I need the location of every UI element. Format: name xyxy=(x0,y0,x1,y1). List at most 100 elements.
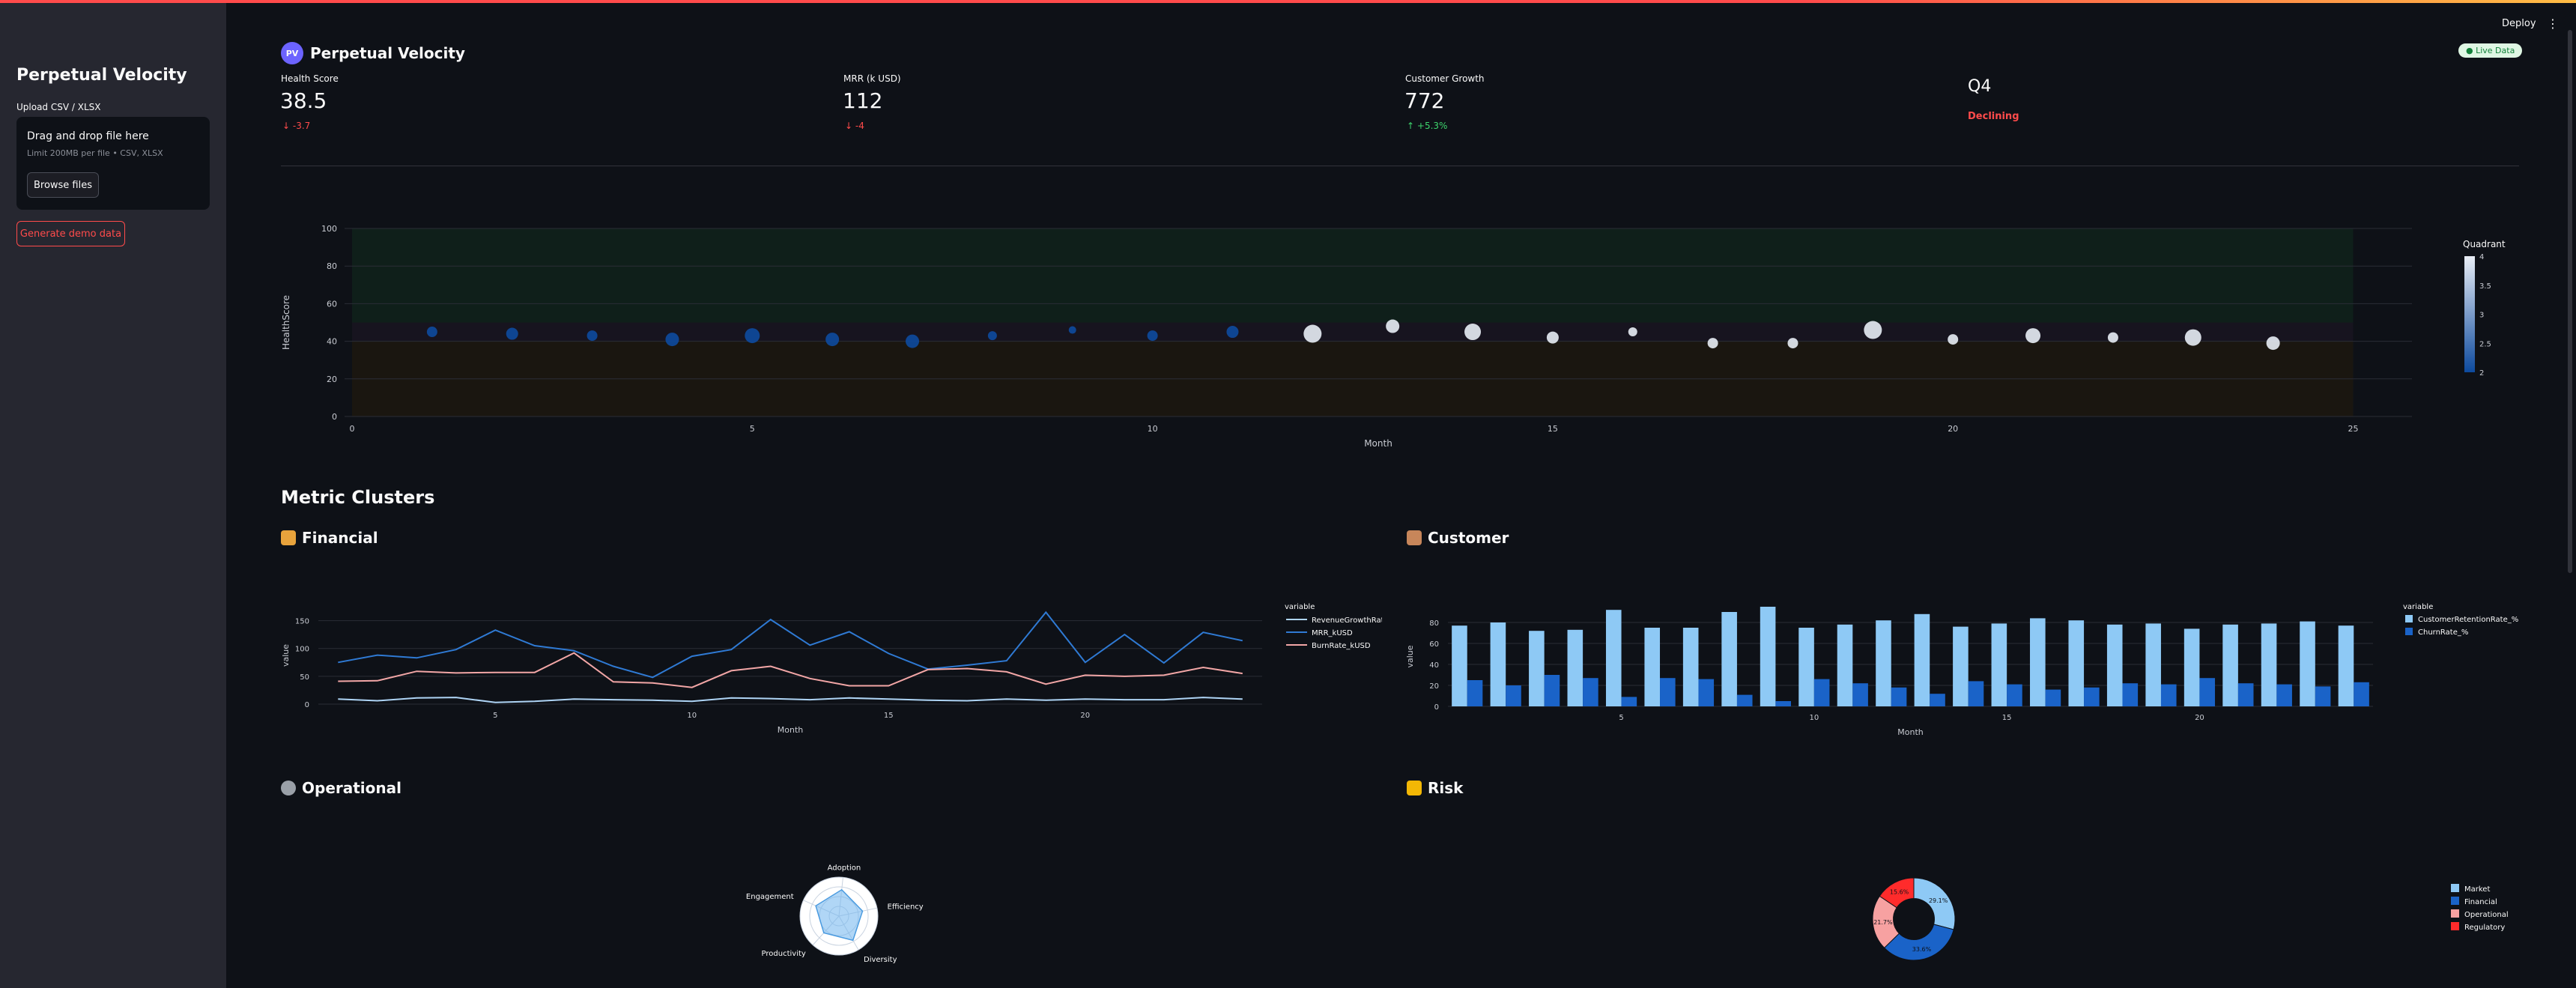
customer-bar-chart[interactable]: 0 20 40 60 80 5 10 15 20 Month value CustomerRetent… xyxy=(1399,595,2530,745)
legend-label: MRR_kUSD xyxy=(1312,629,1353,637)
scatter-point xyxy=(1707,338,1718,349)
people-icon xyxy=(1407,530,1422,545)
bar xyxy=(1605,610,1622,706)
scatter-point xyxy=(1068,326,1076,334)
page-title: Perpetual Velocity xyxy=(310,44,465,62)
x-tick-label: 10 xyxy=(1809,714,1819,722)
colorbar-tick: 3.5 xyxy=(2479,282,2491,291)
bar xyxy=(2084,687,2100,706)
quadrant-value: Q4 xyxy=(1968,77,1992,96)
x-tick-label: 20 xyxy=(1948,424,1958,434)
bar xyxy=(1876,620,1891,706)
browse-files-button[interactable]: Browse files xyxy=(27,172,99,198)
bar xyxy=(2145,623,2161,706)
y-tick-label: 100 xyxy=(295,646,309,654)
bar xyxy=(1914,613,1930,706)
metric-value-mrr: 112 xyxy=(843,88,883,113)
bar xyxy=(2276,684,2292,706)
metric-value-customer-growth: 772 xyxy=(1404,88,1445,113)
metric-delta-customer-growth: ↑ +5.3% xyxy=(1407,121,1448,131)
file-dropzone[interactable]: Drag and drop file here Limit 200MB per … xyxy=(16,117,210,210)
scatter-point xyxy=(2184,329,2201,346)
legend-swatch xyxy=(2405,615,2413,622)
metric-label-customer-growth: Customer Growth xyxy=(1405,73,1485,84)
scatter-point xyxy=(1386,319,1400,333)
bar xyxy=(1529,631,1545,706)
dropzone-limit: Limit 200MB per file • CSV, XLSX xyxy=(27,148,163,158)
bar xyxy=(2300,621,2315,706)
scatter-point xyxy=(1787,338,1798,349)
metric-delta-mrr: ↓ -4 xyxy=(845,121,864,131)
x-tick-label: 15 xyxy=(2002,714,2012,722)
kebab-menu-icon[interactable]: ⋮ xyxy=(2547,16,2559,31)
scatter-point xyxy=(587,330,598,342)
y-tick-label: 40 xyxy=(1429,661,1439,670)
scatter-point xyxy=(665,333,679,347)
y-axis-title: value xyxy=(1405,645,1415,667)
slice-label: 15.6% xyxy=(1890,889,1909,896)
bar xyxy=(2030,618,2046,706)
scatter-point xyxy=(1464,324,1482,341)
y-tick-label: 100 xyxy=(321,224,337,234)
y-tick-label: 80 xyxy=(1429,619,1439,628)
scrollbar[interactable] xyxy=(2568,30,2572,573)
scatter-point xyxy=(2266,336,2280,351)
x-tick-label: 5 xyxy=(750,424,755,434)
subsection-financial: Financial xyxy=(281,529,378,547)
series-line xyxy=(338,652,1243,688)
risk-donut-chart[interactable]: 29.1% 33.6% 21.7% 15.6% xyxy=(1858,869,1970,988)
y-tick-label: 80 xyxy=(327,261,337,271)
subsection-customer: Customer xyxy=(1407,529,1509,547)
x-tick-label: 5 xyxy=(493,712,497,720)
x-tick-label: 5 xyxy=(1619,714,1623,722)
scatter-point xyxy=(426,327,437,338)
y-axis-title: value xyxy=(281,644,291,667)
colorbar-tick: 2.5 xyxy=(2479,340,2491,348)
scatter-point xyxy=(1864,321,1882,339)
bar xyxy=(1660,678,1676,706)
bar xyxy=(1506,685,1521,706)
y-tick-label: 60 xyxy=(1429,640,1439,649)
financial-line-chart[interactable]: 0 50 100 150 5 10 15 20 Month value RevenueGrowthR… xyxy=(273,595,1382,745)
radar-axis-label: Adoption xyxy=(828,864,861,872)
x-tick-label: 25 xyxy=(2348,424,2359,434)
x-axis-title: Month xyxy=(1897,727,1924,737)
bar xyxy=(2315,686,2331,706)
bar xyxy=(1736,694,1753,706)
x-tick-label: 10 xyxy=(1148,424,1158,434)
scatter-point xyxy=(1546,331,1559,344)
app-logo: PV xyxy=(281,42,303,64)
sidebar: Perpetual Velocity Upload CSV / XLSX Dra… xyxy=(0,3,226,988)
metric-label-health: Health Score xyxy=(281,73,339,84)
bar xyxy=(1621,697,1637,706)
x-tick-label: 15 xyxy=(1548,424,1558,434)
slice-label: 33.6% xyxy=(1912,946,1932,953)
health-score-chart[interactable]: 0 20 40 60 80 100 0 5 10 15 20 25 Month HealthScore Qu… xyxy=(277,217,2517,457)
legend-swatch xyxy=(2451,884,2459,892)
bar xyxy=(2261,623,2277,706)
bar xyxy=(2338,625,2354,706)
legend-title: variable xyxy=(1285,603,1315,611)
x-axis-title: Month xyxy=(778,725,804,735)
bar xyxy=(2160,684,2177,706)
legend-label: Operational xyxy=(2464,911,2509,919)
bar xyxy=(1991,623,2007,706)
scatter-point xyxy=(1226,326,1239,339)
bar xyxy=(1467,680,1483,706)
bar xyxy=(1698,679,1715,706)
operational-radar-chart[interactable]: Efficiency Diversity Productivity Engagemen… xyxy=(742,854,936,988)
subsection-risk: Risk xyxy=(1407,779,1463,797)
generate-demo-button[interactable]: Generate demo data xyxy=(16,221,125,246)
metric-delta-health: ↓ -3.7 xyxy=(282,121,311,131)
bar xyxy=(1837,624,1853,706)
bar xyxy=(1813,679,1830,706)
deploy-button[interactable]: Deploy xyxy=(2502,18,2536,29)
bar xyxy=(2354,682,2369,706)
zone-moderate xyxy=(352,322,2354,342)
legend-label: Regulatory xyxy=(2464,924,2505,932)
colorbar xyxy=(2464,256,2475,372)
bar xyxy=(1583,678,1598,706)
x-tick-label: 20 xyxy=(2195,714,2204,722)
scatter-point xyxy=(2025,328,2041,344)
scatter-point xyxy=(506,327,518,340)
